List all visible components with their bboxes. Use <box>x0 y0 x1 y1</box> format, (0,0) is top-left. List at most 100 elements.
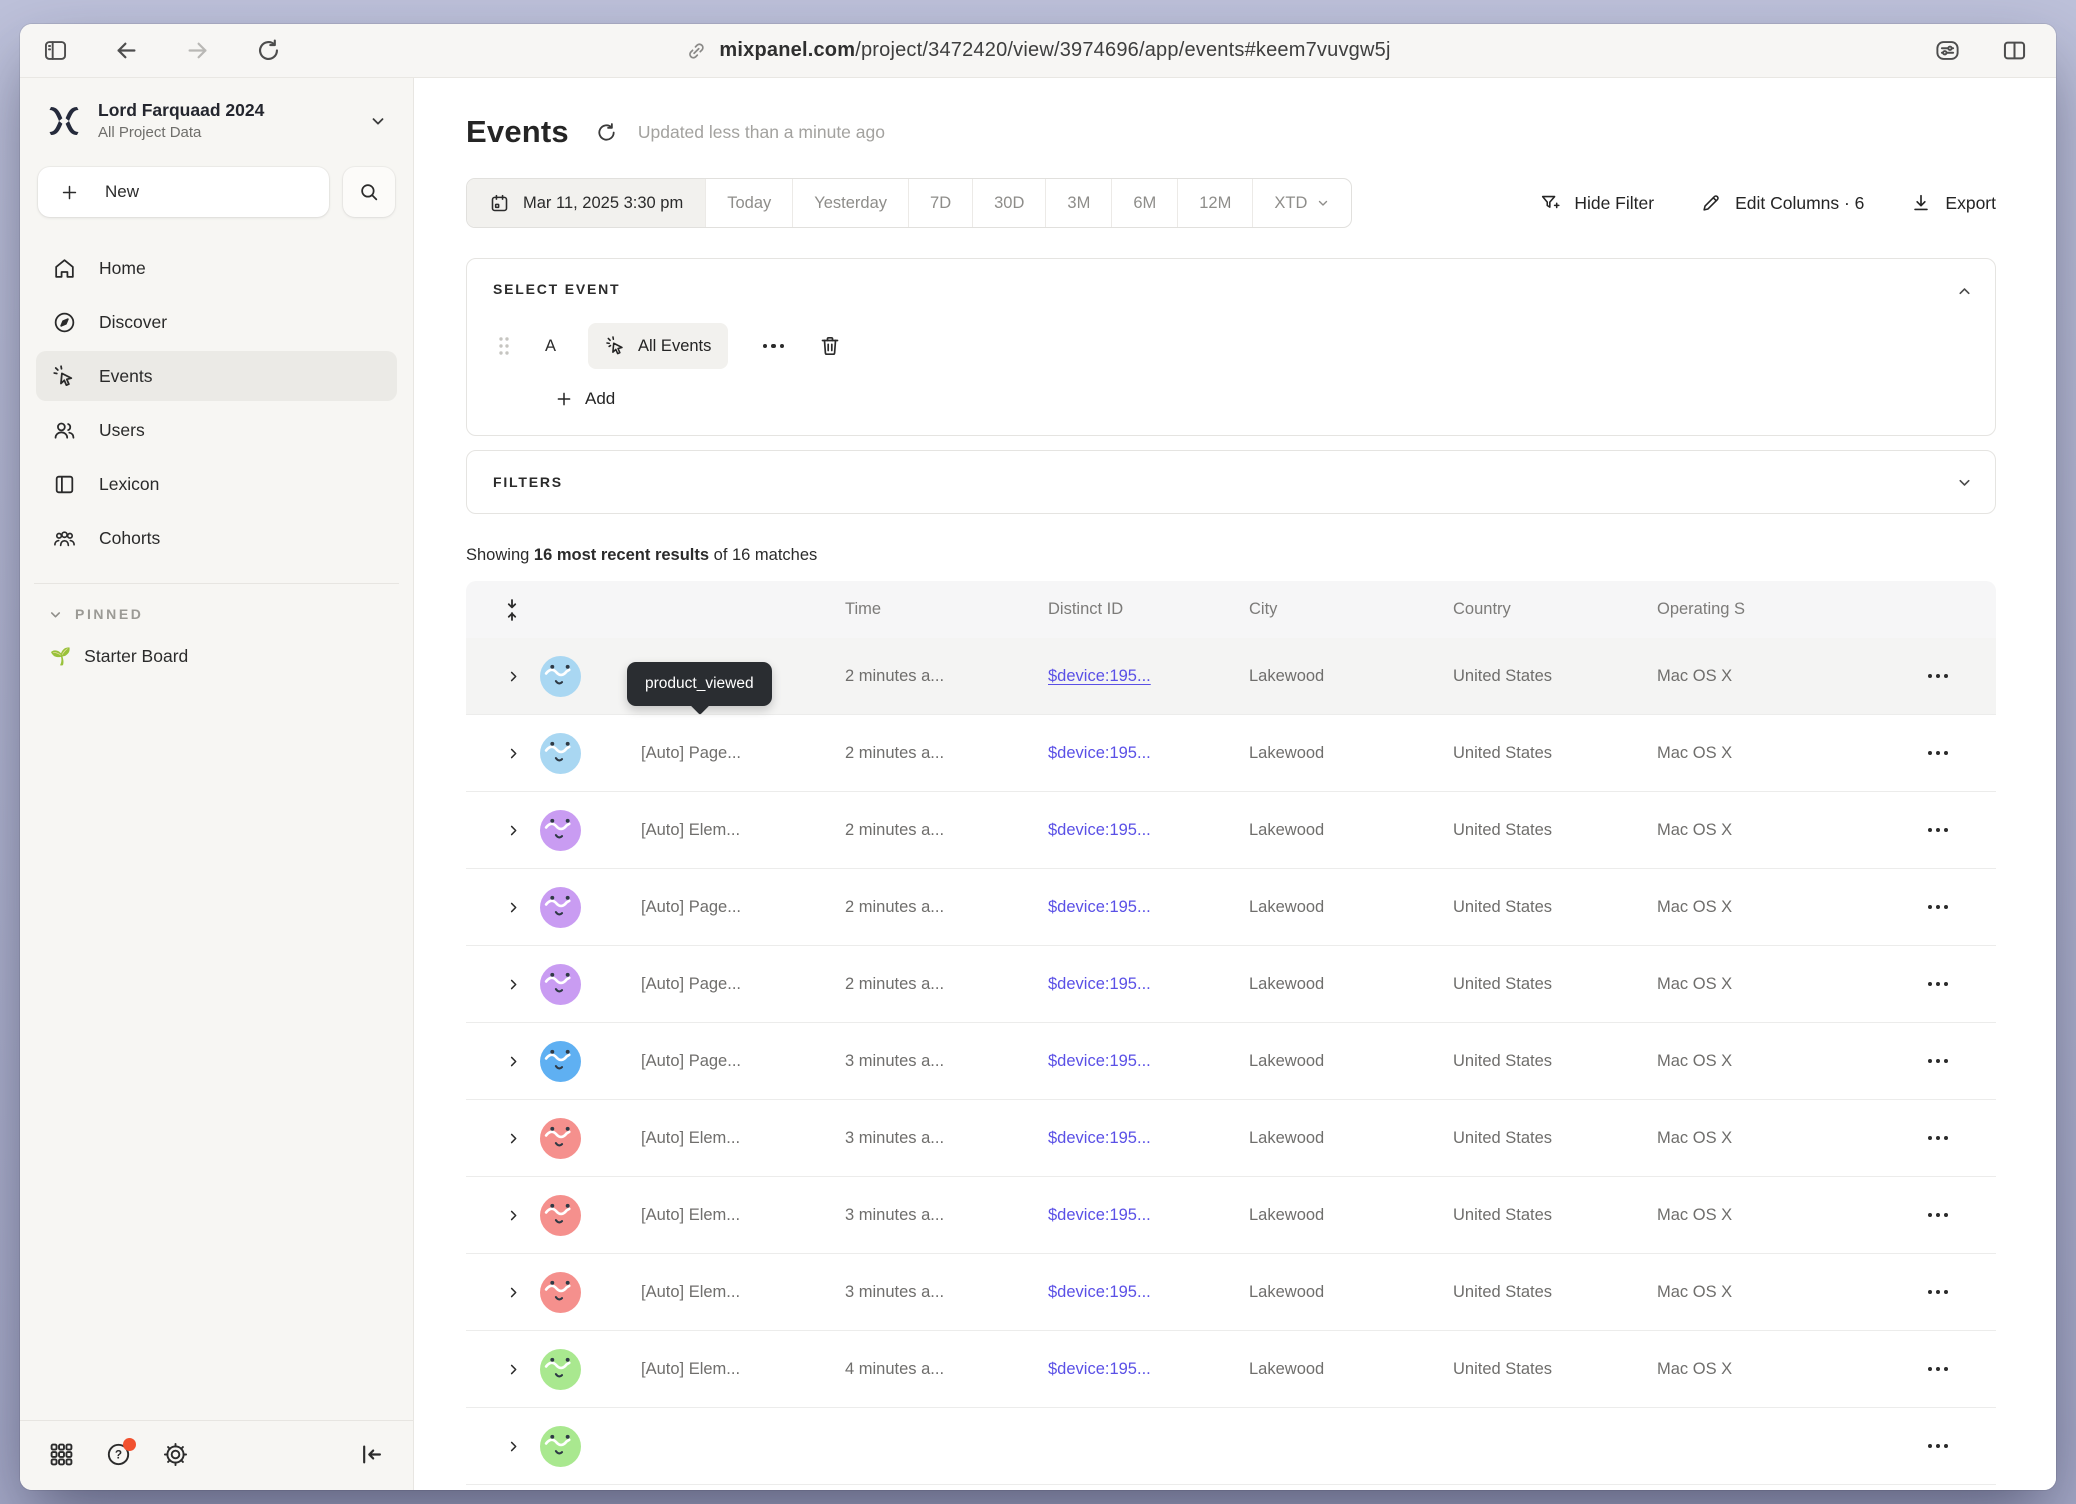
row-expander[interactable] <box>466 1208 540 1223</box>
event-name-cell[interactable]: [Auto] Elem... <box>604 1129 845 1148</box>
refresh-icon[interactable] <box>595 121 618 144</box>
column-header-city[interactable]: City <box>1249 600 1453 619</box>
row-expander[interactable] <box>466 1131 540 1146</box>
split-view-icon[interactable] <box>2001 37 2028 64</box>
row-expander[interactable] <box>466 1054 540 1069</box>
distinct-id-link[interactable]: $device:195... <box>1048 1360 1249 1379</box>
event-name-cell[interactable]: [Auto] Page... <box>604 898 845 917</box>
sidebar-item-cohorts[interactable]: Cohorts <box>36 513 397 563</box>
row-expander[interactable] <box>466 669 540 684</box>
event-selector-chip[interactable]: All Events <box>588 323 728 369</box>
sidebar-item-lexicon[interactable]: Lexicon <box>36 459 397 509</box>
project-switcher[interactable]: Lord Farquaad 2024 All Project Data <box>36 98 397 145</box>
row-more-button[interactable] <box>1928 1059 1949 1064</box>
column-header-distinct-id[interactable]: Distinct ID <box>1048 600 1249 619</box>
collapse-all-rows-button[interactable] <box>466 599 540 621</box>
add-event-button[interactable]: Add <box>555 389 1969 409</box>
row-expander[interactable] <box>466 900 540 915</box>
row-expander[interactable] <box>466 823 540 838</box>
back-icon[interactable] <box>113 37 140 64</box>
gear-icon[interactable] <box>162 1441 189 1468</box>
range-30d[interactable]: 30D <box>972 179 1045 227</box>
distinct-id-link[interactable]: $device:195... <box>1048 667 1249 686</box>
url-bar[interactable]: mixpanel.com/project/3472420/view/397469… <box>685 24 1390 77</box>
sidebar-item-discover[interactable]: Discover <box>36 297 397 347</box>
column-header-os[interactable]: Operating S <box>1657 600 1880 619</box>
collapse-sidebar-icon[interactable] <box>358 1441 385 1468</box>
event-name-cell[interactable]: [Auto] Elem... <box>604 1360 845 1379</box>
row-more-button[interactable] <box>1928 1367 1949 1372</box>
range-3m[interactable]: 3M <box>1045 179 1111 227</box>
range-6m[interactable]: 6M <box>1111 179 1177 227</box>
range-7d[interactable]: 7D <box>908 179 972 227</box>
distinct-id-link[interactable]: $device:195... <box>1048 1283 1249 1302</box>
distinct-id-link[interactable]: $device:195... <box>1048 975 1249 994</box>
event-more-button[interactable] <box>758 344 788 349</box>
sidebar-item-events[interactable]: Events <box>36 351 397 401</box>
row-expander[interactable] <box>466 1285 540 1300</box>
table-row[interactable]: [Auto] Page... 2 minutes a... $device:19… <box>466 715 1996 792</box>
range-yesterday[interactable]: Yesterday <box>792 179 908 227</box>
row-more-button[interactable] <box>1928 1444 1949 1449</box>
sidebar-toggle-icon[interactable] <box>42 37 69 64</box>
apps-grid-icon[interactable] <box>48 1441 75 1468</box>
table-row[interactable]: [Auto] Page... 2 minutes a... $device:19… <box>466 946 1996 1023</box>
table-row[interactable] <box>466 1408 1996 1485</box>
page-settings-icon[interactable] <box>1934 37 1961 64</box>
chevron-up-icon[interactable] <box>1956 283 1973 300</box>
row-more-button[interactable] <box>1928 982 1949 987</box>
new-button[interactable]: New <box>38 167 329 217</box>
search-button[interactable] <box>343 167 395 217</box>
row-more-button[interactable] <box>1928 1136 1949 1141</box>
row-more-button[interactable] <box>1928 674 1949 679</box>
sidebar-item-starter-board[interactable]: 🌱 Starter Board <box>36 636 397 677</box>
drag-handle-icon[interactable] <box>497 335 511 357</box>
range-xtd[interactable]: XTD <box>1252 179 1351 227</box>
distinct-id-link[interactable]: $device:195... <box>1048 821 1249 840</box>
event-name-cell[interactable]: [Auto] Page... <box>604 975 845 994</box>
table-row[interactable]: [Auto] Elem... 2 minutes a... $device:19… <box>466 792 1996 869</box>
row-more-button[interactable] <box>1928 905 1949 910</box>
column-header-time[interactable]: Time <box>845 600 1048 619</box>
sidebar-item-users[interactable]: Users <box>36 405 397 455</box>
row-more-button[interactable] <box>1928 751 1949 756</box>
help-button[interactable]: ? <box>105 1441 132 1468</box>
table-row[interactable]: [Auto] Page... 2 minutes a... $device:19… <box>466 869 1996 946</box>
filters-panel[interactable]: FILTERS <box>466 450 1996 514</box>
table-row[interactable]: [Auto] Elem... 3 minutes a... $device:19… <box>466 1177 1996 1254</box>
sidebar-item-home[interactable]: Home <box>36 243 397 293</box>
hide-filter-button[interactable]: Hide Filter <box>1539 192 1654 214</box>
date-picker-button[interactable]: Mar 11, 2025 3:30 pm <box>467 179 705 227</box>
table-row[interactable]: [Auto] Page... 3 minutes a... $device:19… <box>466 1023 1996 1100</box>
distinct-id-link[interactable]: $device:195... <box>1048 1206 1249 1225</box>
row-expander[interactable] <box>466 1439 540 1454</box>
distinct-id-link[interactable]: $device:195... <box>1048 1129 1249 1148</box>
chevron-down-icon[interactable] <box>1956 474 1973 491</box>
event-name-cell[interactable]: [Auto] Page... <box>604 744 845 763</box>
pinned-section-header[interactable]: PINNED <box>36 584 397 636</box>
range-12m[interactable]: 12M <box>1177 179 1252 227</box>
forward-icon[interactable] <box>184 37 211 64</box>
edit-columns-button[interactable]: Edit Columns · 6 <box>1700 192 1864 214</box>
distinct-id-link[interactable]: $device:195... <box>1048 744 1249 763</box>
row-more-button[interactable] <box>1928 828 1949 833</box>
event-name-cell[interactable]: [Auto] Elem... <box>604 821 845 840</box>
export-button[interactable]: Export <box>1910 192 1996 214</box>
table-row[interactable]: [Auto] Elem... 3 minutes a... $device:19… <box>466 1100 1996 1177</box>
trash-icon[interactable] <box>818 334 842 358</box>
table-row[interactable]: [Auto] Elem... 3 minutes a... $device:19… <box>466 1254 1996 1331</box>
row-expander[interactable] <box>466 977 540 992</box>
table-row[interactable]: [Auto] Elem... 4 minutes a... $device:19… <box>466 1331 1996 1408</box>
event-name-cell[interactable]: [Auto] Page... <box>604 1052 845 1071</box>
event-name-cell[interactable]: [Auto] Elem... <box>604 1206 845 1225</box>
row-more-button[interactable] <box>1928 1213 1949 1218</box>
distinct-id-link[interactable]: $device:195... <box>1048 898 1249 917</box>
reload-icon[interactable] <box>255 37 282 64</box>
distinct-id-link[interactable]: $device:195... <box>1048 1052 1249 1071</box>
range-today[interactable]: Today <box>705 179 792 227</box>
row-expander[interactable] <box>466 1362 540 1377</box>
row-expander[interactable] <box>466 746 540 761</box>
column-header-country[interactable]: Country <box>1453 600 1657 619</box>
event-name-cell[interactable]: [Auto] Elem... <box>604 1283 845 1302</box>
row-more-button[interactable] <box>1928 1290 1949 1295</box>
